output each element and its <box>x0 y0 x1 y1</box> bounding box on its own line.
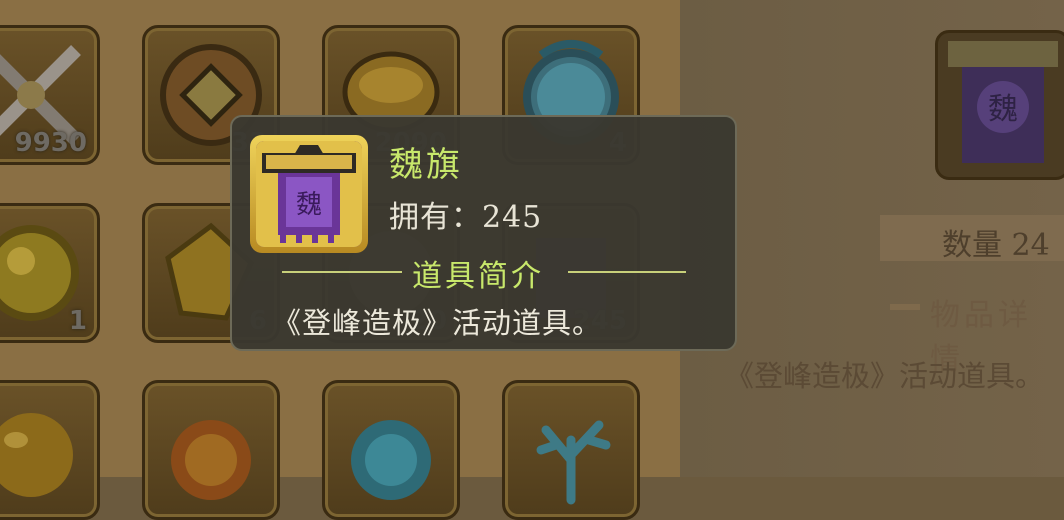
tooltip-description: 《登峰造极》活动道具。 <box>272 306 603 340</box>
svg-text:魏: 魏 <box>988 92 1018 127</box>
water-orb-icon <box>351 420 431 500</box>
inventory-slot-amber-orb[interactable] <box>0 380 100 520</box>
tooltip-section-header: 道具简介 <box>232 249 735 294</box>
detail-quantity: 数量 24 <box>942 228 1050 263</box>
inventory-slot-fire-orb[interactable] <box>142 380 280 520</box>
tooltip-section-title: 道具简介 <box>412 259 544 294</box>
slot-quantity: 1 <box>68 306 87 336</box>
tooltip-item-name: 魏旗 <box>389 145 463 185</box>
divider-left <box>282 271 402 273</box>
inventory-slot-water-orb[interactable] <box>322 380 460 520</box>
fire-orb-icon <box>171 420 251 500</box>
banner-glyph: 魏 <box>296 190 322 220</box>
coral-icon <box>536 420 611 505</box>
slot-quantity: 9930 <box>14 128 87 158</box>
section-divider <box>890 304 920 310</box>
tooltip-item-icon: 魏 <box>250 135 368 253</box>
detail-description: 《登峰造极》活动道具。 <box>725 359 1045 393</box>
inventory-slot-coral[interactable] <box>502 380 640 520</box>
inventory-slot-gold-orb[interactable]: 1 <box>0 203 100 343</box>
wei-banner-icon: 魏 <box>256 141 362 247</box>
inventory-slot-crossed-swords[interactable]: 9930 <box>0 25 100 165</box>
banner-icon: 魏 <box>948 41 1058 163</box>
detail-item-icon: 魏 <box>935 30 1064 180</box>
amber-orb-icon <box>0 413 73 497</box>
divider-right <box>568 271 686 273</box>
item-tooltip: 魏 魏旗 拥有：245 道具简介 《登峰造极》活动道具。 <box>230 115 737 351</box>
tooltip-owned-count: 拥有：245 <box>389 200 543 235</box>
